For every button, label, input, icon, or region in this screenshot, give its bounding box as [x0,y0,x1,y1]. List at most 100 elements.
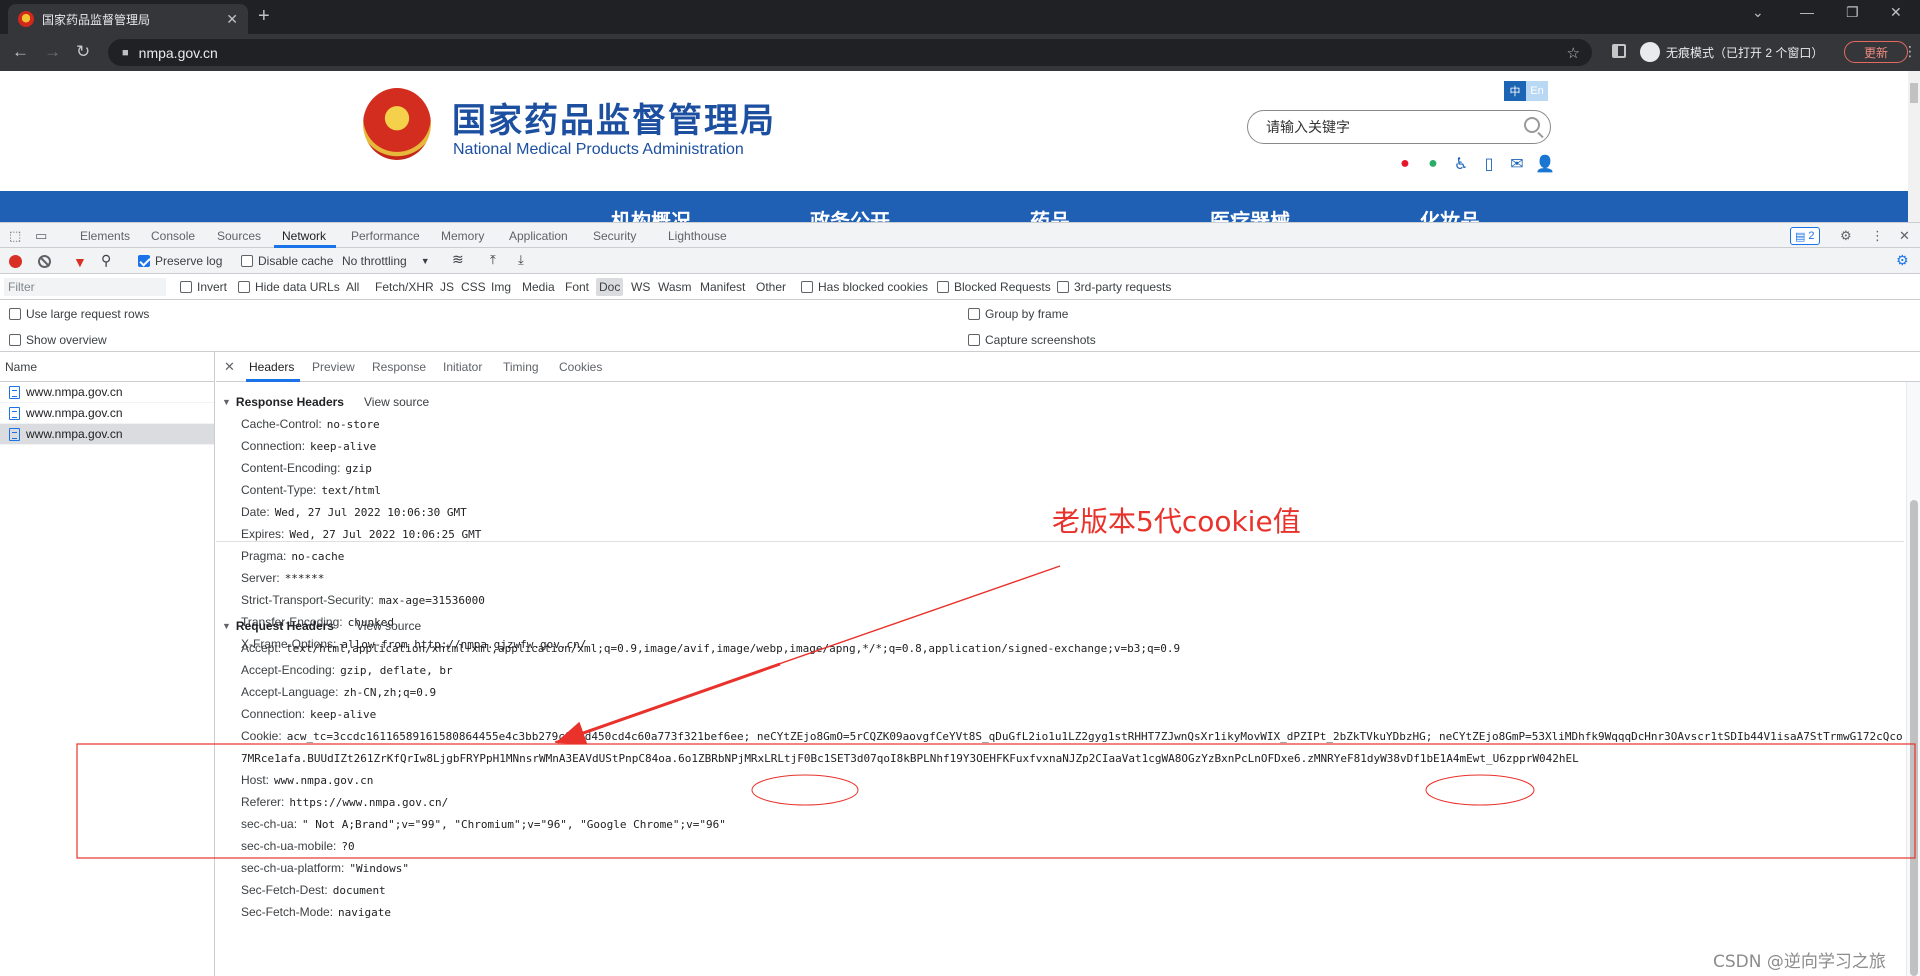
preserve-log-checkbox[interactable]: Preserve log [138,254,222,268]
tab-lighthouse[interactable]: Lighthouse [668,229,727,243]
wechat-icon[interactable]: ● [1424,155,1442,173]
tab-close-icon[interactable]: ✕ [226,11,238,28]
nav-item-0[interactable]: 机构概况 [611,205,691,222]
blocked-requests-checkbox[interactable]: Blocked Requests [937,280,1051,294]
accessibility-icon[interactable]: ♿ [1452,155,1470,173]
type-ws[interactable]: WS [628,278,653,296]
page-scrollbar[interactable] [1908,71,1920,222]
checkbox-unchecked[interactable] [180,281,192,293]
devtools-menu-icon[interactable]: ⋮ [1871,228,1884,244]
reload-icon[interactable]: ↻ [76,42,90,62]
close-detail-icon[interactable]: ✕ [224,359,235,375]
type-media[interactable]: Media [519,278,558,296]
tab-timing[interactable]: Timing [503,360,539,374]
filter-icon[interactable]: ▼ [73,254,87,270]
type-other[interactable]: Other [753,278,789,296]
filter-input[interactable]: Filter [4,278,166,296]
nav-item-2[interactable]: 药品 [1030,205,1070,222]
side-panel-icon[interactable] [1612,44,1626,58]
show-overview-checkbox[interactable]: Show overview [9,333,107,347]
type-doc[interactable]: Doc [596,278,624,296]
invert-checkbox[interactable]: Invert [180,280,227,294]
tab-security[interactable]: Security [593,229,636,243]
checkbox-unchecked[interactable] [937,281,949,293]
mobile-icon[interactable]: ▯ [1480,155,1498,173]
type-img[interactable]: Img [488,278,514,296]
checkbox-unchecked[interactable] [9,334,21,346]
tab-headers[interactable]: Headers [249,360,294,374]
device-toolbar-icon[interactable]: ▭ [35,228,47,244]
checkbox-unchecked[interactable] [9,308,21,320]
back-icon[interactable]: ← [12,42,29,62]
import-har-icon[interactable]: ⤒ [490,252,496,268]
group-by-frame-checkbox[interactable]: Group by frame [968,307,1068,321]
checkbox-unchecked[interactable] [241,255,253,267]
settings-gear-icon[interactable]: ⚙ [1840,228,1852,244]
request-headers-toggle[interactable]: ▼ Request Headers [222,619,334,633]
tab-preview[interactable]: Preview [312,360,355,374]
type-css[interactable]: CSS [458,278,489,296]
checkbox-unchecked[interactable] [968,308,980,320]
nav-item-4[interactable]: 化妆品 [1420,205,1480,222]
response-view-source-link[interactable]: View source [364,395,429,409]
devtools-close-icon[interactable]: ✕ [1899,228,1910,244]
large-rows-checkbox[interactable]: Use large request rows [9,307,149,321]
lang-zh-button[interactable]: 中 [1504,81,1526,101]
network-settings-icon[interactable]: ⚙ [1896,252,1909,269]
tab-cookies[interactable]: Cookies [559,360,602,374]
capture-screenshots-checkbox[interactable]: Capture screenshots [968,333,1096,347]
tab-performance[interactable]: Performance [351,229,420,243]
window-close-icon[interactable]: ✕ [1890,4,1902,21]
tab-initiator[interactable]: Initiator [443,360,482,374]
tab-application[interactable]: Application [509,229,568,243]
request-view-source-link[interactable]: View source [356,619,421,633]
has-blocked-cookies-checkbox[interactable]: Has blocked cookies [801,280,928,294]
nav-item-3[interactable]: 医疗器械 [1210,205,1290,222]
user-icon[interactable]: 👤 [1535,155,1555,173]
restore-icon[interactable]: ❐ [1846,4,1859,21]
tab-elements[interactable]: Elements [80,229,130,243]
checkbox-unchecked[interactable] [1057,281,1069,293]
type-all[interactable]: All [343,278,362,296]
network-conditions-icon[interactable]: ≋ [452,251,464,268]
forward-icon[interactable]: → [44,42,61,62]
incognito-indicator[interactable]: 无痕模式（已打开 2 个窗口） [1640,42,1823,62]
disable-cache-checkbox[interactable]: Disable cache [241,254,333,268]
detail-scrollbar[interactable] [1906,382,1920,976]
lang-en-button[interactable]: En [1526,81,1548,101]
address-bar[interactable]: ■ nmpa.gov.cn ☆ [108,39,1592,66]
third-party-checkbox[interactable]: 3rd-party requests [1057,280,1171,294]
export-har-icon[interactable]: ⤓ [518,252,524,268]
request-row[interactable]: www.nmpa.gov.cn [0,382,214,403]
tab-sources[interactable]: Sources [217,229,261,243]
type-js[interactable]: JS [437,278,457,296]
clear-icon[interactable] [38,255,51,268]
tab-console[interactable]: Console [151,229,195,243]
request-row[interactable]: www.nmpa.gov.cn [0,403,214,424]
checkbox-unchecked[interactable] [968,334,980,346]
nav-item-1[interactable]: 政务公开 [810,205,890,222]
star-icon[interactable]: ☆ [1567,44,1580,62]
throttling-select[interactable]: No throttling ▼ [342,254,430,268]
new-tab-icon[interactable]: + [258,6,270,26]
tab-memory[interactable]: Memory [441,229,484,243]
type-manifest[interactable]: Manifest [697,278,748,296]
minimize-icon[interactable]: — [1800,4,1814,20]
site-search-input[interactable]: 请输入关键字 [1247,110,1551,144]
issues-badge[interactable]: ▤ 2 [1790,227,1820,245]
hide-data-urls-checkbox[interactable]: Hide data URLs [238,280,340,294]
request-row-selected[interactable]: www.nmpa.gov.cn [0,424,214,445]
checkbox-unchecked[interactable] [238,281,250,293]
search-icon[interactable] [1524,117,1540,133]
search-icon[interactable]: ⚲ [101,252,111,269]
type-font[interactable]: Font [562,278,592,296]
record-icon[interactable] [9,255,22,268]
tab-network[interactable]: Network [282,229,326,243]
checkbox-unchecked[interactable] [801,281,813,293]
type-fetch-xhr[interactable]: Fetch/XHR [372,278,437,296]
tab-response[interactable]: Response [372,360,426,374]
menu-icon[interactable]: ⋮ [1903,43,1917,60]
update-button[interactable]: 更新 [1844,41,1908,63]
checkbox-checked[interactable] [138,255,150,267]
column-header-name[interactable]: Name [0,352,214,382]
